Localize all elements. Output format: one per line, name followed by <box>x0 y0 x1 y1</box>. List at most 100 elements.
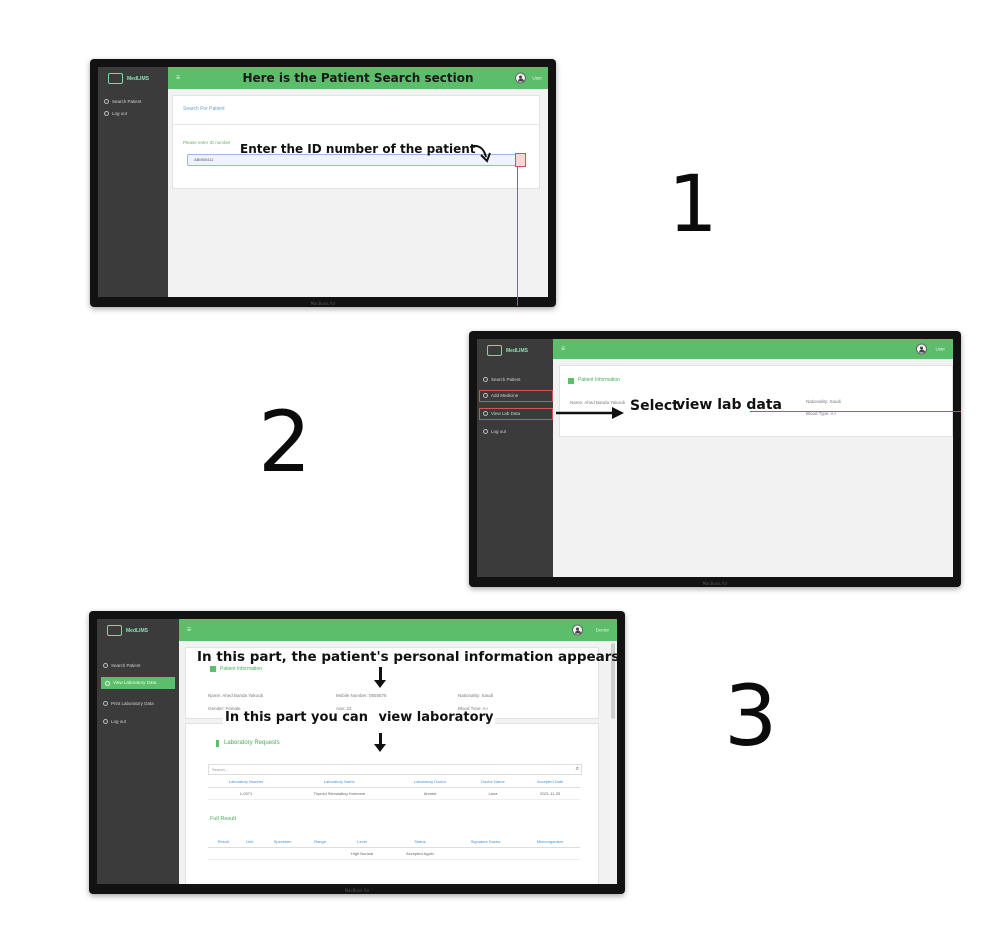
sidebar-item-search-patient[interactable]: Search Patient <box>103 663 141 668</box>
arrow-down-icon <box>374 733 385 752</box>
table-cell: High Normal <box>335 847 389 860</box>
step1-laptop: MedLIMS Search Patient Log out ≡ Here is… <box>90 59 556 307</box>
topbar: ≡ User <box>553 339 953 359</box>
sidebar-item-view-laboratory-data[interactable]: View Laboratory Data <box>101 677 175 689</box>
column-header[interactable]: Laboratory Doctor <box>394 776 466 788</box>
annotation-select-text: Select <box>630 398 679 414</box>
column-header[interactable]: Laboratory Number <box>208 776 285 788</box>
table-row[interactable]: High Normal Accepted Again <box>208 847 580 860</box>
sidebar-item-label: Print Laboratory Data <box>111 701 154 706</box>
column-header[interactable]: Doctor Name <box>465 776 521 788</box>
search-for-patient-link[interactable]: Search For Patient <box>183 106 225 112</box>
column-header[interactable]: Status <box>388 836 452 848</box>
arrow-down-icon <box>374 667 385 688</box>
logo-text: MedLIMS <box>126 627 148 634</box>
sidebar-item-search-patient[interactable]: Search Patient <box>104 99 142 104</box>
sidebar-item-logout[interactable]: Log out <box>103 719 126 724</box>
full-result-table: Result Unit Specimen Range Level Status … <box>208 836 580 860</box>
sidebar-item-search-patient[interactable]: Search Patient <box>483 377 521 382</box>
device-label: MacBook Air <box>702 581 728 586</box>
table-cell <box>238 847 261 860</box>
info-heading-icon <box>568 378 574 384</box>
monitor-icon <box>108 73 123 84</box>
avatar[interactable] <box>515 72 526 84</box>
sidebar-item-label: Log out <box>112 111 128 116</box>
sidebar-item-label: Search Patient <box>491 377 521 382</box>
search-submit-button[interactable] <box>515 153 526 167</box>
flask-icon <box>105 681 110 686</box>
monitor-icon <box>107 625 122 636</box>
print-icon <box>103 701 108 706</box>
table-header-row: Result Unit Specimen Range Level Status … <box>208 836 580 848</box>
lab-requests-card: Laboratory Requests Search... ⌕ Laborato… <box>185 723 599 884</box>
column-header[interactable]: Accepted Date <box>520 776 580 788</box>
logo-text: MedLIMS <box>506 347 528 354</box>
column-header[interactable]: Specimen <box>260 836 305 848</box>
table-cell <box>208 847 239 860</box>
app-logo: MedLIMS <box>107 625 148 636</box>
sidebar-item-print-laboratory-data[interactable]: Print Laboratory Data <box>103 701 154 706</box>
step3-screen: MedLIMS Search Patient View Laboratory D… <box>97 619 617 884</box>
column-header[interactable]: Unit <box>238 836 261 848</box>
search-icon[interactable]: ⌕ <box>576 766 579 773</box>
logout-icon <box>103 719 108 724</box>
table-cell <box>519 847 580 860</box>
patient-nationality: Nationality: Saudi <box>806 399 842 404</box>
sidebar-item-logout[interactable]: Log out <box>483 429 506 434</box>
annotation-view-lab-a: In this part you can <box>225 710 368 725</box>
logout-icon <box>483 429 488 434</box>
full-result-heading: Full Result <box>210 816 236 822</box>
annotation-view-lab-data: view lab data <box>676 397 782 413</box>
device-label: MacBook Air <box>310 301 336 306</box>
column-header[interactable]: Signature Doctor <box>451 836 520 848</box>
avatar[interactable] <box>916 343 927 355</box>
column-header[interactable]: Level <box>335 836 389 848</box>
search-icon <box>104 99 109 104</box>
requests-search-input[interactable]: Search... ⌕ <box>208 764 582 775</box>
column-header[interactable]: Result <box>208 836 239 848</box>
menu-icon[interactable]: ≡ <box>561 346 565 353</box>
red-guide-line <box>517 166 518 306</box>
highlight-view-lab-data <box>479 408 553 420</box>
annotation-personal-info: In this part, the patient's personal inf… <box>197 649 617 665</box>
step-number-1: 1 <box>668 160 718 250</box>
info-heading-icon <box>210 666 216 672</box>
device-label: MacBook Air <box>344 888 370 893</box>
user-name[interactable]: User <box>935 347 945 352</box>
divider <box>173 124 539 125</box>
sidebar-item-label: View Laboratory Data <box>113 680 157 685</box>
sidebar-item-logout[interactable]: Log out <box>104 111 127 116</box>
requests-heading: Laboratory Requests <box>224 740 280 746</box>
annotation-view-lab-b: view laboratory <box>378 710 494 725</box>
table-cell: Thyroid Stimulating Hormone <box>284 787 395 800</box>
sidebar: MedLIMS Search Patient Add Medicine View… <box>477 339 553 577</box>
sidebar-item-label: Search Patient <box>111 663 141 668</box>
avatar[interactable] <box>572 624 583 636</box>
logo-text: MedLIMS <box>127 75 149 82</box>
column-header[interactable]: Microorganism <box>519 836 580 848</box>
table-cell: Accepted Again <box>388 847 452 860</box>
app-logo: MedLIMS <box>487 345 528 356</box>
menu-icon[interactable]: ≡ <box>187 627 191 634</box>
sidebar: MedLIMS Search Patient View Laboratory D… <box>97 619 179 884</box>
id-input-value: ABM00411 <box>194 157 214 162</box>
field-label: Please enter ID number <box>183 140 231 145</box>
sidebar-item-label: Log out <box>111 719 127 724</box>
column-header[interactable]: Laboratory Name <box>284 776 395 788</box>
patient-name: Name: Ahed Banda Yakoub <box>570 400 626 405</box>
topbar: ≡ Here is the Patient Search section Use… <box>168 67 548 89</box>
user-name[interactable]: Doctor <box>596 628 609 633</box>
sidebar-item-label: Log out <box>491 429 507 434</box>
topbar: ≡ Doctor <box>179 619 617 641</box>
table-row[interactable]: L-0071 Thyroid Stimulating Hormone Ahmed… <box>208 787 580 800</box>
requests-table: Laboratory Number Laboratory Name Labora… <box>208 776 580 800</box>
table-header-row: Laboratory Number Laboratory Name Labora… <box>208 776 580 788</box>
requests-icon <box>216 740 219 747</box>
patient-mobile: Mobile Number: 0555675 <box>336 693 387 698</box>
page-title: Here is the Patient Search section <box>242 71 474 85</box>
search-icon <box>103 663 108 668</box>
table-cell: Lana <box>465 787 521 800</box>
user-name[interactable]: User <box>532 76 542 81</box>
column-header[interactable]: Range <box>304 836 336 848</box>
step-number-3: 3 <box>724 667 778 765</box>
